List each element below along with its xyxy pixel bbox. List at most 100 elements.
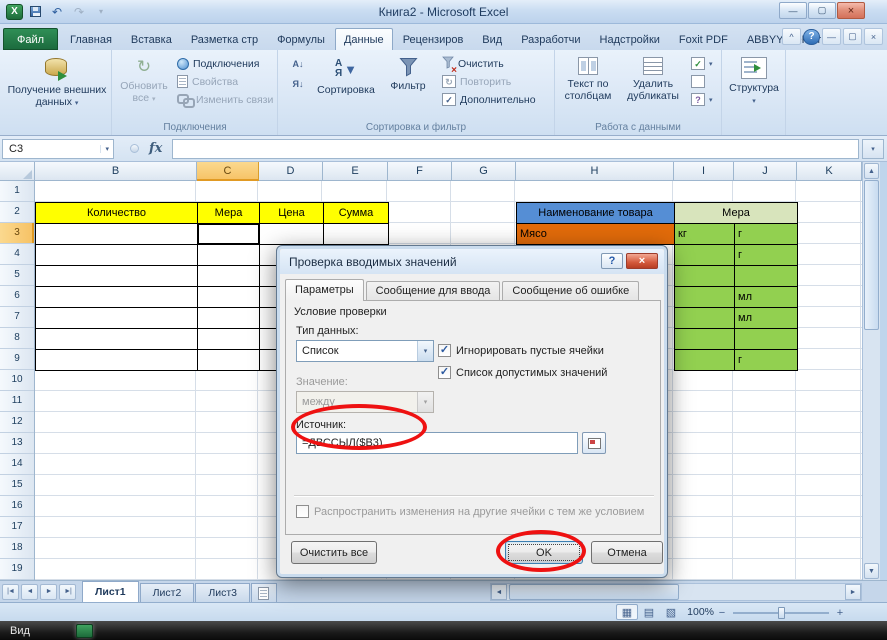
- row-header-4[interactable]: 4: [0, 244, 34, 265]
- workbook-close-button[interactable]: ×: [864, 28, 883, 45]
- expand-formula-bar-button[interactable]: ▾: [862, 139, 884, 159]
- ribbon-tab-8[interactable]: Вид: [473, 28, 511, 50]
- combo-arrow-icon[interactable]: ▾: [417, 341, 433, 361]
- cell-H3[interactable]: Мясо: [516, 223, 675, 245]
- cell-B5[interactable]: [35, 265, 198, 287]
- ribbon-tab-11[interactable]: Foxit PDF: [670, 28, 737, 50]
- cell-I7[interactable]: [674, 307, 735, 329]
- excel-app-icon[interactable]: X: [6, 4, 23, 20]
- row-header-16[interactable]: 16: [0, 496, 34, 517]
- row-header-5[interactable]: 5: [0, 265, 34, 286]
- collapse-dialog-button[interactable]: [582, 432, 606, 454]
- insert-function-button[interactable]: fx: [149, 141, 162, 156]
- cell-C9[interactable]: [197, 349, 260, 371]
- previous-sheet-button[interactable]: ◄: [21, 584, 38, 600]
- select-all-button[interactable]: [0, 162, 35, 181]
- cell-J8[interactable]: [734, 328, 798, 350]
- clear-filter-button[interactable]: ×Очистить: [440, 55, 552, 72]
- dialog-help-button[interactable]: ?: [601, 253, 623, 269]
- cell-I9[interactable]: [674, 349, 735, 371]
- zoom-out-icon[interactable]: −: [717, 607, 727, 619]
- cell-D2[interactable]: Цена: [259, 202, 324, 224]
- ribbon-tab-5[interactable]: Формулы: [268, 28, 334, 50]
- row-header-17[interactable]: 17: [0, 517, 34, 538]
- row-header-6[interactable]: 6: [0, 286, 34, 307]
- zoom-slider[interactable]: − +: [717, 605, 845, 620]
- dialog-tab-settings[interactable]: Параметры: [285, 279, 364, 301]
- cell-I6[interactable]: [674, 286, 735, 308]
- in-cell-dropdown-checkbox[interactable]: ✓ Список допустимых значений: [438, 366, 607, 379]
- scroll-right-button[interactable]: ►: [845, 584, 861, 600]
- undo-button[interactable]: ↶: [47, 3, 67, 21]
- properties-button[interactable]: Свойства: [175, 73, 275, 90]
- ribbon-tab-6[interactable]: Данные: [335, 28, 393, 50]
- scroll-left-button[interactable]: ◄: [491, 584, 507, 600]
- cancel-button[interactable]: Отмена: [591, 541, 663, 564]
- refresh-all-button[interactable]: ↻ Обновить все ▾: [115, 53, 173, 115]
- row-header-3[interactable]: 3: [0, 223, 34, 244]
- structure-button[interactable]: Структура ▾: [725, 53, 783, 131]
- insert-sheet-button[interactable]: [251, 583, 277, 602]
- edit-links-button[interactable]: Изменить связи: [175, 91, 275, 108]
- name-box[interactable]: C3 ▾: [2, 139, 114, 159]
- what-if-analysis-button[interactable]: ?▾: [689, 91, 719, 108]
- vertical-scrollbar[interactable]: ▲ ▼: [862, 162, 880, 580]
- remove-duplicates-button[interactable]: Удалить дубликаты: [621, 53, 685, 115]
- apply-all-checkbox[interactable]: Распространить изменения на другие ячейк…: [296, 505, 644, 518]
- text-to-columns-button[interactable]: Текст по столбцам: [557, 53, 619, 115]
- row-header-13[interactable]: 13: [0, 433, 34, 454]
- ignore-blank-checkbox[interactable]: ✓ Игнорировать пустые ячейки: [438, 344, 604, 357]
- workbook-minimize-button[interactable]: —: [822, 28, 841, 45]
- normal-view-button[interactable]: ▦: [616, 604, 638, 620]
- dialog-tab-error-alert[interactable]: Сообщение об ошибке: [502, 281, 639, 301]
- taskbar-excel-icon[interactable]: [76, 624, 93, 638]
- cell-C2[interactable]: Мера: [197, 202, 260, 224]
- page-layout-view-button[interactable]: ▤: [638, 604, 660, 620]
- maximize-button[interactable]: ▢: [808, 2, 836, 19]
- cell-J5[interactable]: [734, 265, 798, 287]
- ok-button[interactable]: OK: [505, 541, 583, 564]
- reapply-button[interactable]: ↻Повторить: [440, 73, 552, 90]
- cell-E3[interactable]: [323, 223, 389, 245]
- save-button[interactable]: [25, 3, 45, 21]
- sheet-tab-2[interactable]: Лист2: [140, 583, 195, 602]
- cell-B4[interactable]: [35, 244, 198, 266]
- cell-J6[interactable]: мл: [734, 286, 798, 308]
- row-header-15[interactable]: 15: [0, 475, 34, 496]
- formula-input[interactable]: [172, 139, 859, 159]
- connections-button[interactable]: Подключения: [175, 55, 275, 72]
- cell-D3[interactable]: [259, 223, 324, 245]
- column-header-I[interactable]: I: [674, 162, 734, 181]
- cell-J7[interactable]: мл: [734, 307, 798, 329]
- cell-I8[interactable]: [674, 328, 735, 350]
- cell-C5[interactable]: [197, 265, 260, 287]
- cell-J4[interactable]: г: [734, 244, 798, 266]
- cell-B3[interactable]: [35, 223, 198, 245]
- ribbon-tab-4[interactable]: Разметка стр: [182, 28, 267, 50]
- cell-B6[interactable]: [35, 286, 198, 308]
- clear-all-button[interactable]: Очистить все: [291, 541, 377, 564]
- consolidate-button[interactable]: [689, 73, 719, 90]
- selected-cell-C3[interactable]: [197, 223, 260, 245]
- vertical-scroll-thumb[interactable]: [864, 180, 879, 330]
- sheet-tab-1[interactable]: Лист1: [82, 581, 139, 602]
- dialog-tab-input-message[interactable]: Сообщение для ввода: [366, 281, 501, 301]
- filter-button[interactable]: Фильтр: [380, 53, 436, 115]
- column-header-G[interactable]: G: [452, 162, 516, 181]
- sort-button[interactable]: АЯ▼ Сортировка: [314, 53, 378, 115]
- ribbon-tab-3[interactable]: Вставка: [122, 28, 181, 50]
- cell-C6[interactable]: [197, 286, 260, 308]
- row-header-11[interactable]: 11: [0, 391, 34, 412]
- cell-I3[interactable]: кг: [674, 223, 735, 245]
- collapse-ribbon-button[interactable]: ^: [782, 28, 801, 45]
- cell-J3[interactable]: г: [734, 223, 798, 245]
- column-header-K[interactable]: K: [797, 162, 862, 181]
- sort-asc-button[interactable]: А↓: [284, 55, 310, 72]
- qat-customize-button[interactable]: ▾: [91, 3, 111, 21]
- close-button[interactable]: ×: [837, 2, 865, 19]
- sort-desc-button[interactable]: Я↓: [284, 75, 310, 92]
- data-type-combobox[interactable]: Список ▾: [296, 340, 434, 362]
- dialog-close-button[interactable]: ×: [626, 253, 658, 269]
- row-header-2[interactable]: 2: [0, 202, 34, 223]
- cell-B8[interactable]: [35, 328, 198, 350]
